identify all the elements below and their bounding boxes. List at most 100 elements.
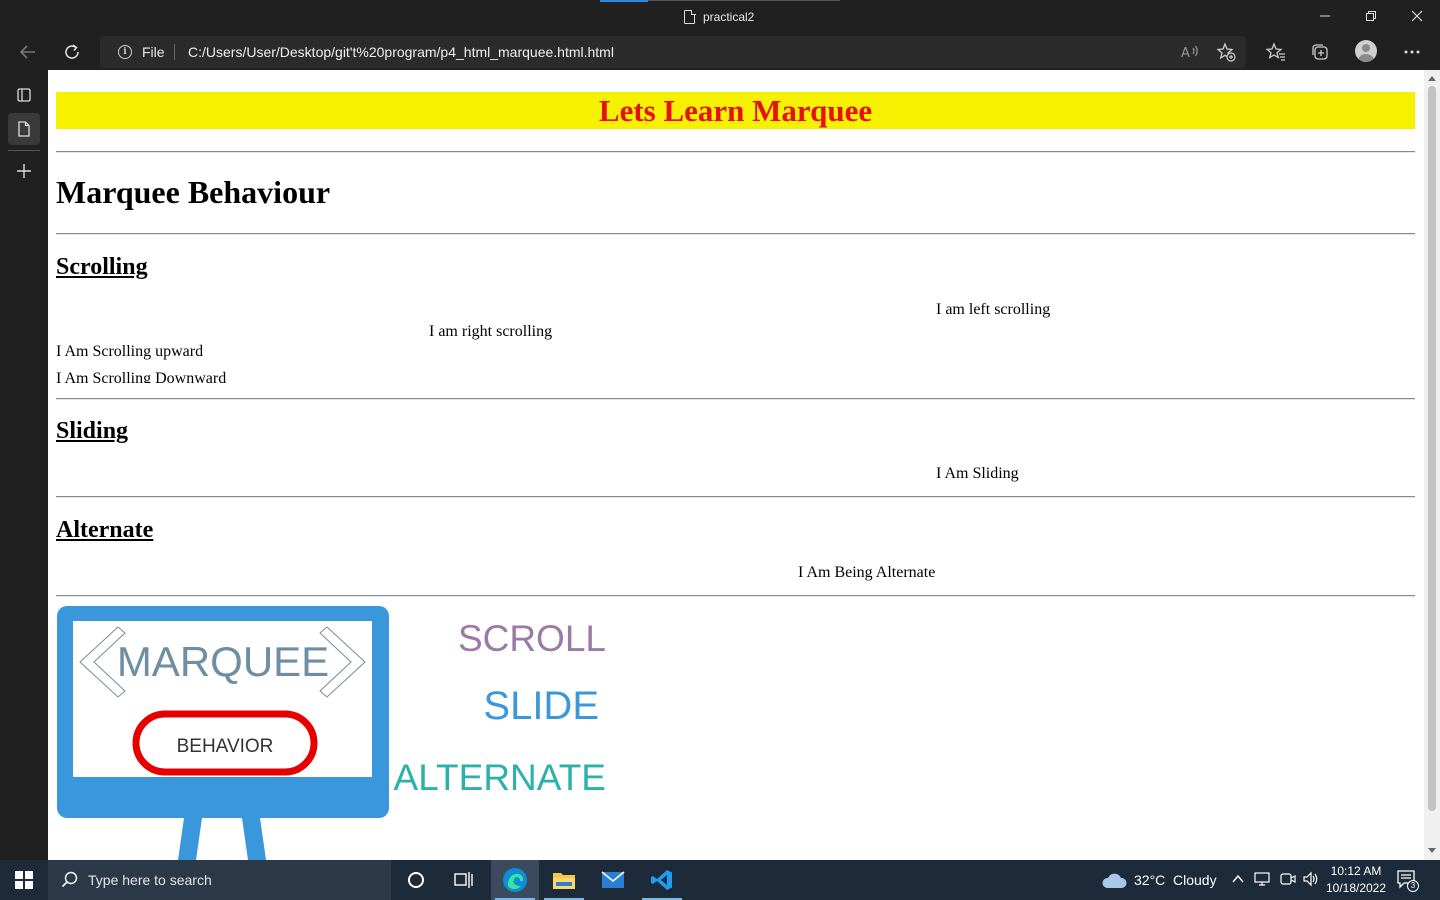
weather-widget[interactable] <box>1100 870 1128 895</box>
show-hidden-icons-button[interactable] <box>1231 872 1245 891</box>
network-tray[interactable] <box>1254 871 1272 892</box>
window-title-text: practical2 <box>703 10 755 24</box>
vscode-icon <box>651 870 672 890</box>
page-heading: Marquee Behaviour <box>56 174 331 210</box>
logo-behavior-text: BEHAVIOR <box>177 736 274 757</box>
taskbar-clock[interactable]: 10:12 AM 10/18/2022 <box>1322 863 1390 897</box>
star-add-icon <box>1216 42 1236 62</box>
page-icon <box>684 9 696 24</box>
taskbar-file-explorer[interactable] <box>540 860 588 900</box>
action-center-button[interactable]: 3 <box>1396 869 1420 898</box>
marquee-scrolling-down: I Am Scrolling Downward <box>56 370 227 383</box>
window-title: practical2 <box>684 8 754 26</box>
marquee-alternate: I Am Being Alternate <box>798 564 936 581</box>
tab-actions-icon <box>17 88 31 102</box>
clock-date: 10/18/2022 <box>1325 881 1387 895</box>
webcam-icon <box>1280 873 1296 885</box>
marquee-banner: Lets Learn Marquee <box>56 92 1415 129</box>
windows-taskbar: Type here to search 32°C Cloudy 10:12 AM… <box>0 860 1440 900</box>
sidebar-tab-practical2[interactable] <box>8 113 40 145</box>
logo-word-scroll: SCROLL <box>458 618 606 659</box>
sidebar-separator <box>8 150 40 151</box>
monitor-stand-left <box>178 818 202 860</box>
scrolling-heading: Scrolling <box>56 254 148 280</box>
address-bar[interactable]: i File C:/Users/User/Desktop/git't%20pro… <box>100 36 1246 68</box>
monitor-stand-right <box>242 818 266 860</box>
read-aloud-icon: A <box>1181 45 1198 61</box>
collections-button[interactable] <box>1308 40 1332 64</box>
address-scheme-label: File <box>142 44 165 60</box>
divider <box>56 496 1415 498</box>
logo-word-slide: SLIDE <box>483 684 599 728</box>
plus-icon <box>17 164 31 178</box>
minimize-icon <box>1320 15 1330 17</box>
refresh-button[interactable] <box>60 40 84 64</box>
title-bar: practical2 <box>0 0 1440 34</box>
marquee-left-scrolling: I am left scrolling <box>936 301 1051 318</box>
page-icon <box>18 121 30 137</box>
read-aloud-button[interactable]: A <box>1178 40 1202 64</box>
taskbar-edge[interactable] <box>491 860 539 900</box>
clock-time: 10:12 AM <box>1330 864 1382 878</box>
network-icon <box>1254 872 1270 886</box>
marquee-sliding: I Am Sliding <box>936 465 1019 482</box>
site-info-icon[interactable]: i <box>118 45 132 59</box>
weather-condition: Cloudy <box>1173 872 1217 888</box>
notification-count-badge: 3 <box>1407 880 1419 892</box>
tab-actions-button[interactable] <box>8 79 40 111</box>
scrollbar-thumb[interactable] <box>1428 86 1436 811</box>
meet-now-tray[interactable] <box>1279 871 1297 892</box>
address-separator <box>174 44 175 60</box>
marquee-down-viewport: I Am Scrolling Downward <box>56 369 456 383</box>
marquee-behavior-logo: MARQUEE BEHAVIOR SCROLL SLIDE ALTERNATE <box>57 606 606 860</box>
page-viewport: Lets Learn Marquee Marquee Behaviour Scr… <box>48 70 1424 860</box>
new-tab-button[interactable] <box>8 155 40 187</box>
chevron-up-icon <box>1232 874 1244 883</box>
cortana-circle-icon <box>408 872 424 888</box>
start-button[interactable] <box>0 860 48 900</box>
weather-temp: 32°C <box>1134 872 1166 888</box>
back-button[interactable] <box>16 40 40 64</box>
task-view-icon <box>454 872 473 888</box>
page-scrollbar[interactable] <box>1424 70 1440 860</box>
refresh-icon <box>65 44 79 59</box>
divider <box>56 595 1415 597</box>
favorites-button[interactable] <box>1264 40 1288 64</box>
minimize-button[interactable] <box>1302 0 1348 32</box>
edge-browser-icon <box>503 868 527 892</box>
logo-marquee-text: MARQUEE <box>117 638 329 685</box>
marquee-right-scrolling: I am right scrolling <box>429 323 553 340</box>
close-icon <box>1411 10 1423 22</box>
divider <box>56 233 1415 235</box>
task-view-button[interactable] <box>440 860 488 900</box>
scroll-down-arrow-icon[interactable] <box>1428 848 1436 853</box>
restore-button[interactable] <box>1348 0 1394 32</box>
sliding-heading: Sliding <box>56 418 129 444</box>
vertical-tabs-sidebar <box>0 70 48 860</box>
add-favorite-button[interactable] <box>1214 40 1238 64</box>
address-url[interactable]: C:/Users/User/Desktop/git't%20program/p4… <box>188 44 614 60</box>
scroll-up-arrow-icon[interactable] <box>1428 76 1436 81</box>
folder-icon <box>553 873 575 889</box>
taskbar-mail[interactable] <box>589 860 637 900</box>
restore-icon <box>1366 11 1376 21</box>
collections-icon <box>1312 44 1328 60</box>
favorites-icon <box>1266 42 1285 61</box>
volume-tray[interactable] <box>1302 871 1320 892</box>
mail-icon <box>601 871 625 888</box>
more-dots-icon <box>1404 50 1420 54</box>
browser-toolbar: i File C:/Users/User/Desktop/git't%20pro… <box>0 34 1440 70</box>
tab-strip-accent <box>600 0 648 2</box>
cortana-button[interactable] <box>392 860 440 900</box>
tab-strip-line <box>648 0 840 1</box>
marquee-scrolling-up: I Am Scrolling upward <box>56 343 204 360</box>
settings-more-button[interactable] <box>1400 40 1424 64</box>
taskbar-vscode[interactable] <box>638 860 686 900</box>
back-arrow-icon <box>19 45 35 59</box>
close-button[interactable] <box>1394 0 1440 32</box>
divider <box>56 151 1415 153</box>
profile-avatar[interactable] <box>1355 40 1377 62</box>
search-placeholder: Type here to search <box>88 872 212 888</box>
taskbar-search-box[interactable]: Type here to search <box>48 860 391 900</box>
windows-logo-icon <box>15 871 33 889</box>
